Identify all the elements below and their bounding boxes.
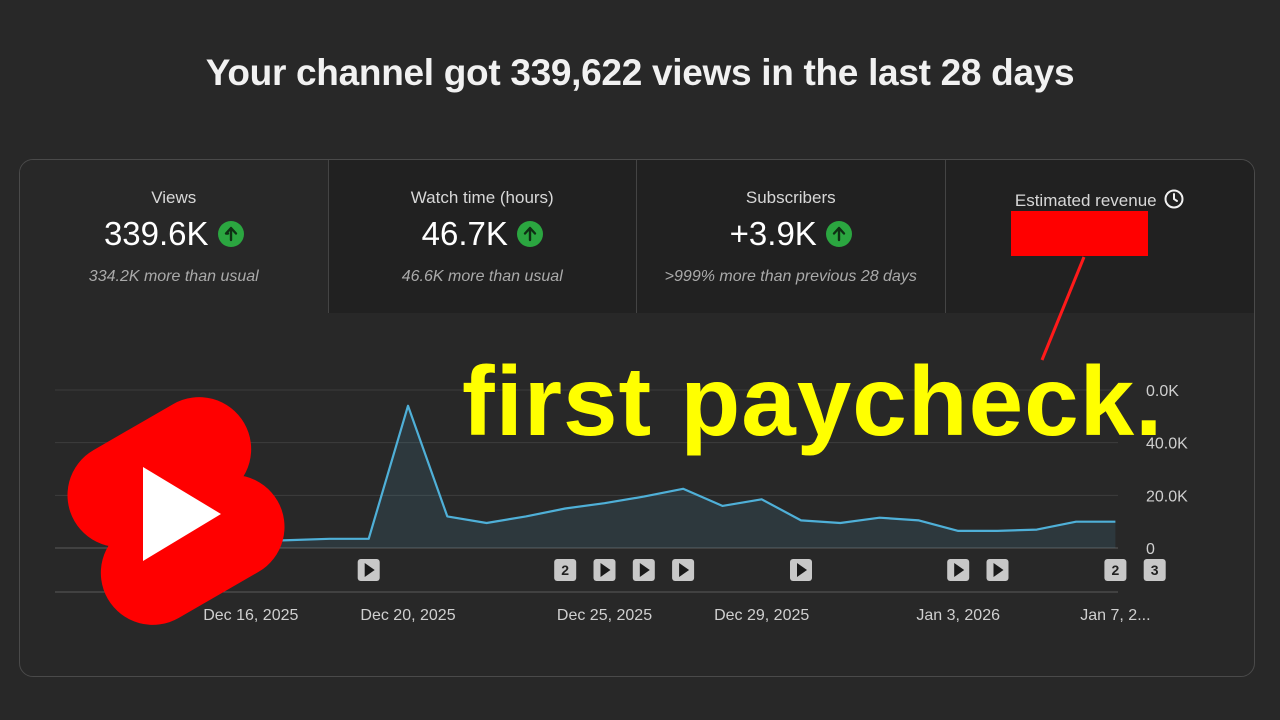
x-tick-label: Jan 7, 2... [1080,607,1150,624]
x-tick-label: Dec 29, 2025 [714,607,809,624]
x-tick-label: Jan 3, 2026 [916,607,1000,624]
video-count-label: 2 [1112,562,1120,578]
video-count-label: 2 [561,562,569,578]
video-count-label: 3 [1151,562,1159,578]
y-tick-label: 0 [1146,541,1155,558]
youtube-shorts-logo [67,397,285,625]
overlay-caption: first paycheck. [462,346,1164,456]
x-tick-label: Dec 25, 2025 [557,607,652,624]
y-tick-label: 20.0K [1146,488,1188,505]
x-tick-label: Dec 20, 2025 [360,607,455,624]
